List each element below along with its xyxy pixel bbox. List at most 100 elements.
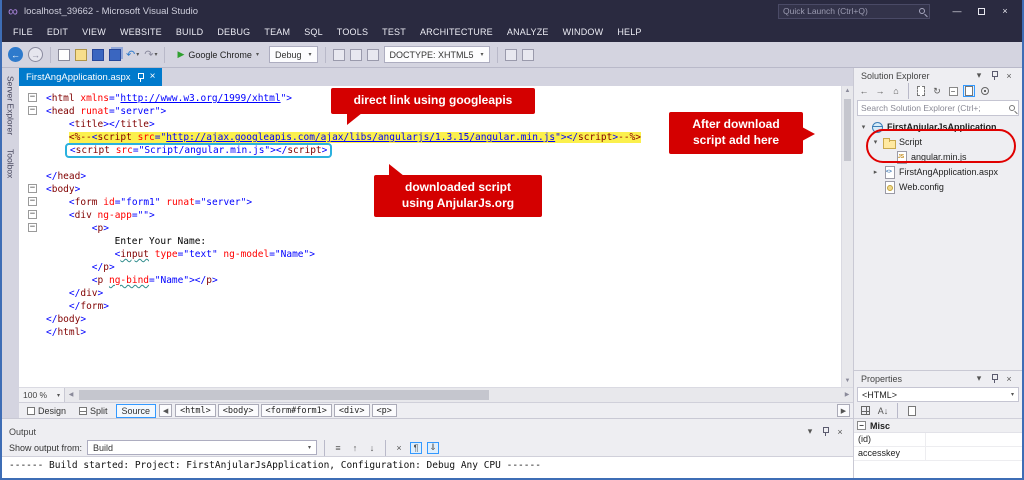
attach-debugger-icon[interactable]	[332, 48, 345, 61]
quick-launch-box[interactable]	[778, 3, 930, 19]
side-tab-toolbox[interactable]: Toolbox	[6, 147, 16, 180]
next-message-icon[interactable]: ↓	[366, 442, 378, 454]
start-debug-button[interactable]: ▶ Google Chrome ▾	[172, 46, 263, 64]
menu-architecture[interactable]: ARCHITECTURE	[413, 22, 500, 42]
property-value[interactable]	[926, 447, 1022, 460]
code-line-12[interactable]: Enter Your Name:	[19, 235, 841, 248]
breadcrumb-item[interactable]: <body>	[217, 404, 259, 417]
menu-tools[interactable]: TOOLS	[330, 22, 375, 42]
redo-icon[interactable]: ↷ ▾	[144, 48, 157, 61]
scroll-left-icon[interactable]: ◀	[65, 388, 77, 402]
solution-explorer-search[interactable]	[857, 100, 1019, 116]
comment-icon[interactable]	[366, 48, 379, 61]
code-editor[interactable]: − <html xmlns="http://www.w3.org/1999/xht…	[19, 86, 853, 387]
tree-item-firstangapplication-aspx[interactable]: ▸ FirstAngApplication.aspx	[854, 164, 1022, 179]
menu-view[interactable]: VIEW	[75, 22, 113, 42]
code-line-14[interactable]: </p>	[19, 261, 841, 274]
property-row-id[interactable]: (id)	[854, 433, 1022, 447]
output-log[interactable]: ------ Build started: Project: FirstAnju…	[2, 456, 853, 478]
close-icon[interactable]: ×	[1003, 70, 1015, 82]
tree-item-firstanjularjsapplication[interactable]: ▾ FirstAnjularJsApplication	[854, 119, 1022, 134]
navigate-back-icon[interactable]: ←	[8, 47, 23, 62]
close-icon[interactable]: ×	[834, 426, 846, 438]
solution-explorer-search-input[interactable]	[861, 103, 1006, 113]
minimize-button[interactable]: —	[946, 3, 968, 19]
scroll-right-icon[interactable]: ▶	[841, 388, 853, 402]
split-view-button[interactable]: Split	[74, 404, 113, 418]
fold-collapse-icon[interactable]: −	[28, 197, 37, 206]
prev-message-icon[interactable]: ↑	[349, 442, 361, 454]
menu-sql[interactable]: SQL	[297, 22, 330, 42]
source-view-button[interactable]: Source	[115, 403, 157, 418]
menu-team[interactable]: TEAM	[257, 22, 297, 42]
code-line-6[interactable]	[19, 157, 841, 170]
pin-icon[interactable]	[990, 70, 998, 81]
fold-collapse-icon[interactable]: −	[28, 223, 37, 232]
pin-icon[interactable]	[137, 72, 144, 82]
menu-edit[interactable]: EDIT	[40, 22, 75, 42]
property-value[interactable]	[926, 433, 1022, 446]
categorized-icon[interactable]	[859, 405, 871, 417]
breadcrumb-item[interactable]: <form#form1>	[260, 404, 332, 417]
properties-section-row[interactable]: − Misc	[854, 419, 1022, 433]
close-button[interactable]: ×	[994, 3, 1016, 19]
save-all-icon[interactable]	[109, 48, 121, 61]
properties-icon[interactable]	[979, 85, 991, 97]
window-position-icon[interactable]: ▾	[973, 70, 985, 82]
scrollbar-thumb[interactable]	[79, 390, 489, 400]
scroll-down-icon[interactable]: ▼	[842, 376, 853, 387]
find-message-icon[interactable]: ≡	[332, 442, 344, 454]
maximize-button[interactable]	[970, 3, 992, 19]
back-icon[interactable]: ←	[858, 85, 870, 97]
code-line-19[interactable]: </html>	[19, 326, 841, 339]
alphabetical-icon[interactable]: A↓	[877, 405, 889, 417]
home-icon[interactable]: ⌂	[890, 85, 902, 97]
html-tools-icon[interactable]	[521, 48, 534, 61]
zoom-select[interactable]: 100 % ▾	[19, 388, 65, 402]
format-document-icon[interactable]	[349, 48, 362, 61]
close-icon[interactable]: ×	[150, 72, 156, 82]
design-view-button[interactable]: Design	[22, 404, 71, 418]
navigate-forward-icon[interactable]: →	[28, 47, 43, 62]
output-source-select[interactable]: Build ▾	[87, 440, 318, 455]
breadcrumb-item[interactable]: <div>	[333, 404, 370, 417]
open-file-icon[interactable]	[75, 48, 87, 61]
vertical-scrollbar[interactable]: ▲ ▼	[841, 86, 853, 387]
new-file-icon[interactable]	[58, 48, 70, 61]
scrollbar-thumb[interactable]	[844, 99, 851, 161]
pin-icon[interactable]	[990, 373, 998, 384]
save-icon[interactable]	[92, 48, 104, 61]
menu-debug[interactable]: DEBUG	[210, 22, 257, 42]
fold-collapse-icon[interactable]: −	[28, 106, 37, 115]
breadcrumb-back-icon[interactable]: ◀	[159, 404, 173, 417]
collapse-all-icon[interactable]: −	[947, 85, 959, 97]
fold-collapse-icon[interactable]: −	[28, 93, 37, 102]
expander-icon[interactable]: ▾	[871, 138, 880, 146]
property-pages-icon[interactable]	[906, 405, 918, 417]
refresh-icon[interactable]: ↻	[931, 85, 943, 97]
code-line-16[interactable]: </div>	[19, 287, 841, 300]
window-position-icon[interactable]: ▾	[973, 373, 985, 385]
tree-item-script[interactable]: ▾ Script	[854, 134, 1022, 149]
doctype-select[interactable]: DOCTYPE: XHTML5 ▾	[383, 46, 490, 63]
fold-collapse-icon[interactable]: −	[28, 210, 37, 219]
expander-icon[interactable]: ▾	[859, 123, 868, 131]
document-tab[interactable]: FirstAngApplication.aspx ×	[19, 68, 163, 86]
menu-window[interactable]: WINDOW	[556, 22, 611, 42]
code-line-18[interactable]: </body>	[19, 313, 841, 326]
menu-test[interactable]: TEST	[375, 22, 413, 42]
style-tools-icon[interactable]	[504, 48, 517, 61]
configuration-select[interactable]: Debug ▾	[268, 46, 318, 63]
collapse-section-icon[interactable]: −	[857, 421, 866, 430]
clear-all-icon[interactable]: ×	[393, 442, 405, 454]
undo-icon[interactable]: ↶ ▾	[126, 48, 139, 61]
menu-website[interactable]: WEBSITE	[113, 22, 169, 42]
show-all-files-icon[interactable]	[915, 85, 927, 97]
preview-selected-icon[interactable]	[963, 85, 975, 97]
forward-icon[interactable]: →	[874, 85, 886, 97]
autoscroll-icon[interactable]: ⇓	[427, 441, 440, 454]
side-tab-server-explorer[interactable]: Server Explorer	[6, 74, 16, 137]
menu-build[interactable]: BUILD	[169, 22, 211, 42]
menu-help[interactable]: HELP	[610, 22, 648, 42]
menu-file[interactable]: FILE	[6, 22, 40, 42]
